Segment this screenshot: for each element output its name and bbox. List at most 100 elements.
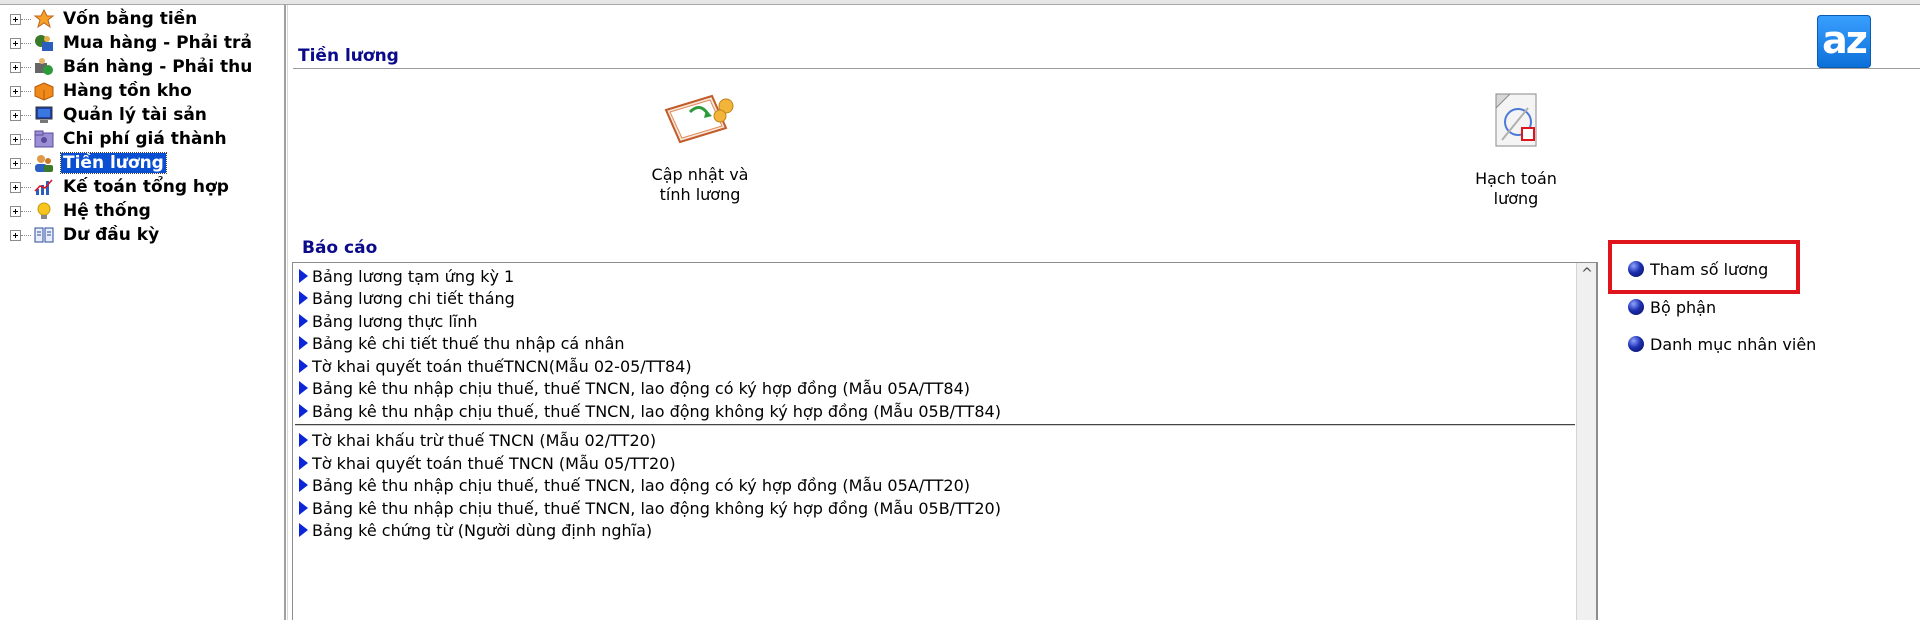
report-label: Tờ khai quyết toán thuế TNCN (Mẫu 05/TT2…: [312, 453, 676, 473]
arrow-right-icon: [299, 336, 308, 350]
tree-item-label: Hệ thống: [63, 201, 151, 221]
report-item[interactable]: Tờ khai khấu trừ thuế TNCN (Mẫu 02/TT20): [299, 429, 656, 451]
expand-icon[interactable]: [10, 37, 21, 49]
arrow-right-icon: [299, 433, 308, 447]
tile-caption-line2: lương: [1493, 189, 1539, 208]
report-label: Bảng kê thu nhập chịu thuế, thuế TNCN, l…: [312, 378, 970, 398]
computer-icon: [35, 106, 53, 123]
section-divider: [293, 68, 1920, 69]
salary-accounting-icon: [1495, 93, 1537, 147]
section-title: Tiền lương: [298, 46, 399, 66]
report-label: Bảng lương thực lĩnh: [312, 311, 478, 331]
tree-item-label: Chi phí giá thành: [63, 129, 227, 149]
az-logo: az: [1817, 15, 1871, 68]
link-bo-phan[interactable]: Bộ phận: [1628, 295, 1716, 319]
lightbulb-icon: [37, 202, 51, 219]
arrow-right-icon: [299, 314, 308, 328]
tile-caption-line1: Hạch toán: [1475, 169, 1557, 188]
arrow-right-icon: [299, 381, 308, 395]
report-label: Bảng kê thu nhập chịu thuế, thuế TNCN, l…: [312, 475, 970, 495]
report-label: Tờ khai quyết toán thuếTNCN(Mẫu 02-05/TT…: [312, 356, 692, 376]
report-label: Tờ khai khấu trừ thuế TNCN (Mẫu 02/TT20): [312, 430, 657, 450]
tile-caption: Hạch toán lương: [1436, 169, 1596, 209]
salary-accounting-tile[interactable]: Hạch toán lương: [1436, 88, 1596, 209]
report-item[interactable]: Bảng kê thu nhập chịu thuế, thuế TNCN, l…: [299, 497, 1001, 519]
expand-icon[interactable]: [10, 181, 21, 193]
arrow-right-icon: [299, 478, 308, 492]
tree-item-label: Quản lý tài sản: [63, 105, 207, 125]
tree-item-ban-hang[interactable]: Bán hàng - Phải thu: [10, 55, 254, 79]
salary-update-icon: [664, 94, 734, 144]
report-item[interactable]: Bảng lương tạm ứng kỳ 1: [299, 265, 514, 287]
tree-item-von-bang-tien[interactable]: Vốn bằng tiền: [10, 7, 199, 31]
report-item[interactable]: Bảng kê chứng từ (Người dùng định nghĩa): [299, 519, 652, 541]
reports-title: Báo cáo: [302, 238, 378, 258]
report-scrollbar[interactable]: ^: [1576, 263, 1597, 620]
report-label: Bảng kê thu nhập chịu thuế, thuế TNCN, l…: [312, 498, 1001, 518]
expand-icon[interactable]: [10, 85, 21, 97]
people-icon: [35, 155, 53, 172]
tree-item-ke-toan-tong-hop[interactable]: Kế toán tổng hợp: [10, 175, 231, 199]
report-item[interactable]: Bảng kê thu nhập chịu thuế, thuế TNCN, l…: [299, 377, 970, 399]
arrow-right-icon: [299, 523, 308, 537]
report-item[interactable]: Bảng lương thực lĩnh: [299, 310, 478, 332]
tree-item-hang-ton-kho[interactable]: Hàng tồn kho: [10, 79, 194, 103]
chart-icon: [34, 179, 53, 195]
scroll-up-icon[interactable]: ^: [1580, 267, 1594, 281]
bullet-icon: [1628, 299, 1644, 315]
arrow-right-icon: [299, 501, 308, 515]
tile-caption: Cập nhật và tính lương: [620, 165, 780, 205]
expand-icon[interactable]: [10, 13, 21, 25]
report-label: Bảng lương chi tiết tháng: [312, 288, 515, 308]
medal-icon: [33, 9, 55, 29]
tree-item-mua-hang[interactable]: Mua hàng - Phải trả: [10, 31, 254, 55]
arrow-right-icon: [299, 404, 308, 418]
report-label: Bảng kê thu nhập chịu thuế, thuế TNCN, l…: [312, 401, 1001, 421]
expand-icon[interactable]: [10, 61, 21, 73]
expand-icon[interactable]: [10, 133, 21, 145]
link-danh-muc-nhan-vien[interactable]: Danh mục nhân viên: [1628, 332, 1816, 356]
expand-icon[interactable]: [10, 109, 21, 121]
tree-item-quan-ly-tai-san[interactable]: Quản lý tài sản: [10, 103, 209, 127]
report-label: Bảng kê chi tiết thuế thu nhập cá nhân: [312, 333, 625, 353]
report-item[interactable]: Tờ khai quyết toán thuế TNCN (Mẫu 05/TT2…: [299, 452, 676, 474]
purchase-icon: [35, 35, 53, 51]
side-link-label: Bộ phận: [1650, 297, 1717, 317]
book-icon: [34, 227, 54, 243]
side-link-label: Danh mục nhân viên: [1650, 334, 1817, 354]
bullet-icon: [1628, 336, 1644, 352]
inventory-box-icon: [34, 82, 54, 101]
report-list: Bảng lương tạm ứng kỳ 1 Bảng lương chi t…: [292, 262, 1596, 620]
report-item[interactable]: Bảng kê chi tiết thuế thu nhập cá nhân: [299, 332, 625, 354]
tree-item-label: Tiền lương: [60, 152, 167, 174]
arrow-right-icon: [299, 269, 308, 283]
tile-caption-line1: Cập nhật và: [651, 165, 749, 184]
report-item[interactable]: Bảng lương chi tiết tháng: [299, 287, 515, 309]
arrow-right-icon: [299, 359, 308, 373]
tree-item-label: Bán hàng - Phải thu: [63, 57, 253, 77]
arrow-right-icon: [299, 291, 308, 305]
sales-icon: [35, 58, 53, 75]
expand-icon[interactable]: [10, 157, 21, 169]
report-label: Bảng kê chứng từ (Người dùng định nghĩa): [312, 520, 653, 540]
report-item[interactable]: Tờ khai quyết toán thuếTNCN(Mẫu 02-05/TT…: [299, 355, 692, 377]
report-item[interactable]: Bảng kê thu nhập chịu thuế, thuế TNCN, l…: [299, 400, 1001, 422]
panel-splitter[interactable]: [284, 5, 286, 620]
tree-item-chi-phi-gia-thanh[interactable]: Chi phí giá thành: [10, 127, 229, 151]
expand-icon[interactable]: [10, 229, 21, 241]
tree-item-label: Hàng tồn kho: [63, 81, 192, 101]
tree-item-label: Mua hàng - Phải trả: [63, 33, 252, 53]
tile-caption-line2: tính lương: [659, 185, 741, 204]
tree-item-he-thong[interactable]: Hệ thống: [10, 199, 153, 223]
report-item[interactable]: Bảng kê thu nhập chịu thuế, thuế TNCN, l…: [299, 474, 970, 496]
highlight-annotation-box: [1608, 240, 1800, 294]
tree-item-label: Dư đầu kỳ: [63, 225, 160, 245]
report-label: Bảng lương tạm ứng kỳ 1: [312, 266, 515, 286]
tree-item-du-dau-ky[interactable]: Dư đầu kỳ: [10, 223, 161, 247]
tree-item-label: Kế toán tổng hợp: [63, 177, 229, 197]
folder-icon: [34, 130, 54, 148]
expand-icon[interactable]: [10, 205, 21, 217]
tree-item-tien-luong[interactable]: Tiền lương: [10, 151, 167, 175]
salary-update-tile[interactable]: Cập nhật và tính lương: [620, 88, 780, 205]
arrow-right-icon: [299, 456, 308, 470]
